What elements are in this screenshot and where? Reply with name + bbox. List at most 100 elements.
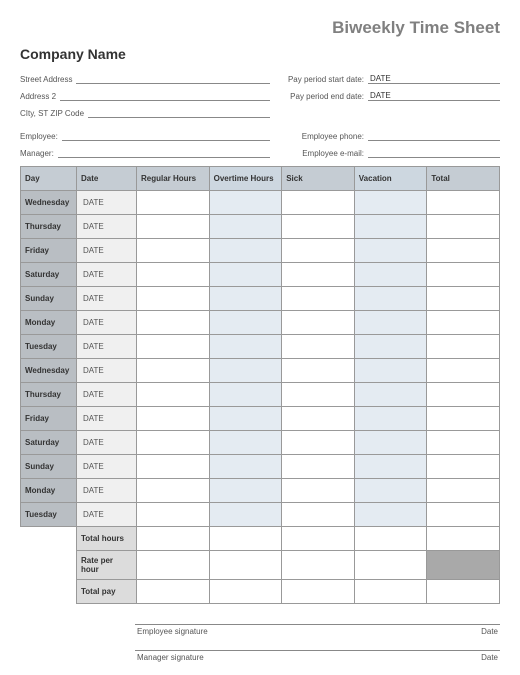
cell-overtime[interactable]: [209, 215, 282, 239]
cell-date[interactable]: DATE: [77, 479, 137, 503]
rate-sick[interactable]: [282, 551, 355, 580]
cell-overtime[interactable]: [209, 239, 282, 263]
cell-overtime[interactable]: [209, 479, 282, 503]
cell-overtime[interactable]: [209, 359, 282, 383]
cell-regular[interactable]: [137, 335, 210, 359]
company-name: Company Name: [20, 46, 500, 62]
cell-overtime[interactable]: [209, 287, 282, 311]
cell-regular[interactable]: [137, 503, 210, 527]
cell-regular[interactable]: [137, 191, 210, 215]
cell-sick[interactable]: [282, 191, 355, 215]
cell-day: Wednesday: [21, 359, 77, 383]
cell-date[interactable]: DATE: [77, 311, 137, 335]
cell-vacation[interactable]: [354, 239, 427, 263]
header-total: Total: [427, 167, 500, 191]
rate-vacation[interactable]: [354, 551, 427, 580]
cell-regular[interactable]: [137, 359, 210, 383]
email-field[interactable]: [368, 148, 500, 158]
total-hours-label: Total hours: [77, 527, 137, 551]
cell-overtime[interactable]: [209, 311, 282, 335]
period-start-field[interactable]: DATE: [368, 74, 500, 84]
street-field[interactable]: [76, 74, 270, 84]
cell-vacation[interactable]: [354, 359, 427, 383]
cell-date[interactable]: DATE: [77, 239, 137, 263]
cell-vacation[interactable]: [354, 455, 427, 479]
cell-sick[interactable]: [282, 287, 355, 311]
cell-date[interactable]: DATE: [77, 191, 137, 215]
cell-regular[interactable]: [137, 287, 210, 311]
table-row: SaturdayDATE: [21, 263, 500, 287]
cell-vacation[interactable]: [354, 431, 427, 455]
cell-overtime[interactable]: [209, 455, 282, 479]
cell-sick[interactable]: [282, 239, 355, 263]
cell-vacation[interactable]: [354, 503, 427, 527]
manager-field[interactable]: [58, 148, 270, 158]
rate-overtime[interactable]: [209, 551, 282, 580]
cell-vacation[interactable]: [354, 215, 427, 239]
cell-sick[interactable]: [282, 455, 355, 479]
addr2-label: Address 2: [20, 92, 60, 101]
total-hours-overtime: [209, 527, 282, 551]
cell-sick[interactable]: [282, 479, 355, 503]
cell-sick[interactable]: [282, 503, 355, 527]
cell-vacation[interactable]: [354, 191, 427, 215]
cell-date[interactable]: DATE: [77, 287, 137, 311]
cell-overtime[interactable]: [209, 263, 282, 287]
cell-sick[interactable]: [282, 215, 355, 239]
cell-total: [427, 215, 500, 239]
header-overtime: Overtime Hours: [209, 167, 282, 191]
cell-vacation[interactable]: [354, 335, 427, 359]
cell-regular[interactable]: [137, 455, 210, 479]
cell-overtime[interactable]: [209, 503, 282, 527]
cell-regular[interactable]: [137, 479, 210, 503]
cell-date[interactable]: DATE: [77, 359, 137, 383]
period-end-field[interactable]: DATE: [368, 91, 500, 101]
cityzip-field[interactable]: [88, 108, 270, 118]
employee-signature-label: Employee signature: [137, 627, 208, 636]
cell-sick[interactable]: [282, 263, 355, 287]
cell-regular[interactable]: [137, 239, 210, 263]
cell-vacation[interactable]: [354, 287, 427, 311]
cell-date[interactable]: DATE: [77, 503, 137, 527]
pay-total: [427, 580, 500, 604]
employee-signature-line[interactable]: Employee signature Date: [135, 624, 500, 636]
cell-overtime[interactable]: [209, 431, 282, 455]
cell-date[interactable]: DATE: [77, 335, 137, 359]
cell-day: Sunday: [21, 455, 77, 479]
cell-date[interactable]: DATE: [77, 455, 137, 479]
cell-regular[interactable]: [137, 431, 210, 455]
phone-field[interactable]: [368, 131, 500, 141]
cell-regular[interactable]: [137, 311, 210, 335]
cell-vacation[interactable]: [354, 263, 427, 287]
cell-overtime[interactable]: [209, 191, 282, 215]
manager-signature-line[interactable]: Manager signature Date: [135, 650, 500, 662]
cell-sick[interactable]: [282, 431, 355, 455]
cell-total: [427, 311, 500, 335]
cell-overtime[interactable]: [209, 335, 282, 359]
cell-overtime[interactable]: [209, 383, 282, 407]
cell-sick[interactable]: [282, 335, 355, 359]
cell-vacation[interactable]: [354, 311, 427, 335]
cell-vacation[interactable]: [354, 383, 427, 407]
addr2-field[interactable]: [60, 91, 270, 101]
cell-vacation[interactable]: [354, 479, 427, 503]
cell-day: Wednesday: [21, 191, 77, 215]
cell-regular[interactable]: [137, 263, 210, 287]
cell-date[interactable]: DATE: [77, 263, 137, 287]
cell-regular[interactable]: [137, 215, 210, 239]
cell-date[interactable]: DATE: [77, 383, 137, 407]
cell-regular[interactable]: [137, 407, 210, 431]
cell-overtime[interactable]: [209, 407, 282, 431]
cell-date[interactable]: DATE: [77, 215, 137, 239]
cell-regular[interactable]: [137, 383, 210, 407]
employee-field[interactable]: [62, 131, 270, 141]
period-start-label: Pay period start date:: [270, 75, 368, 84]
cell-sick[interactable]: [282, 359, 355, 383]
cell-sick[interactable]: [282, 407, 355, 431]
cell-date[interactable]: DATE: [77, 407, 137, 431]
cell-sick[interactable]: [282, 311, 355, 335]
cell-sick[interactable]: [282, 383, 355, 407]
cell-date[interactable]: DATE: [77, 431, 137, 455]
rate-regular[interactable]: [137, 551, 210, 580]
cell-vacation[interactable]: [354, 407, 427, 431]
